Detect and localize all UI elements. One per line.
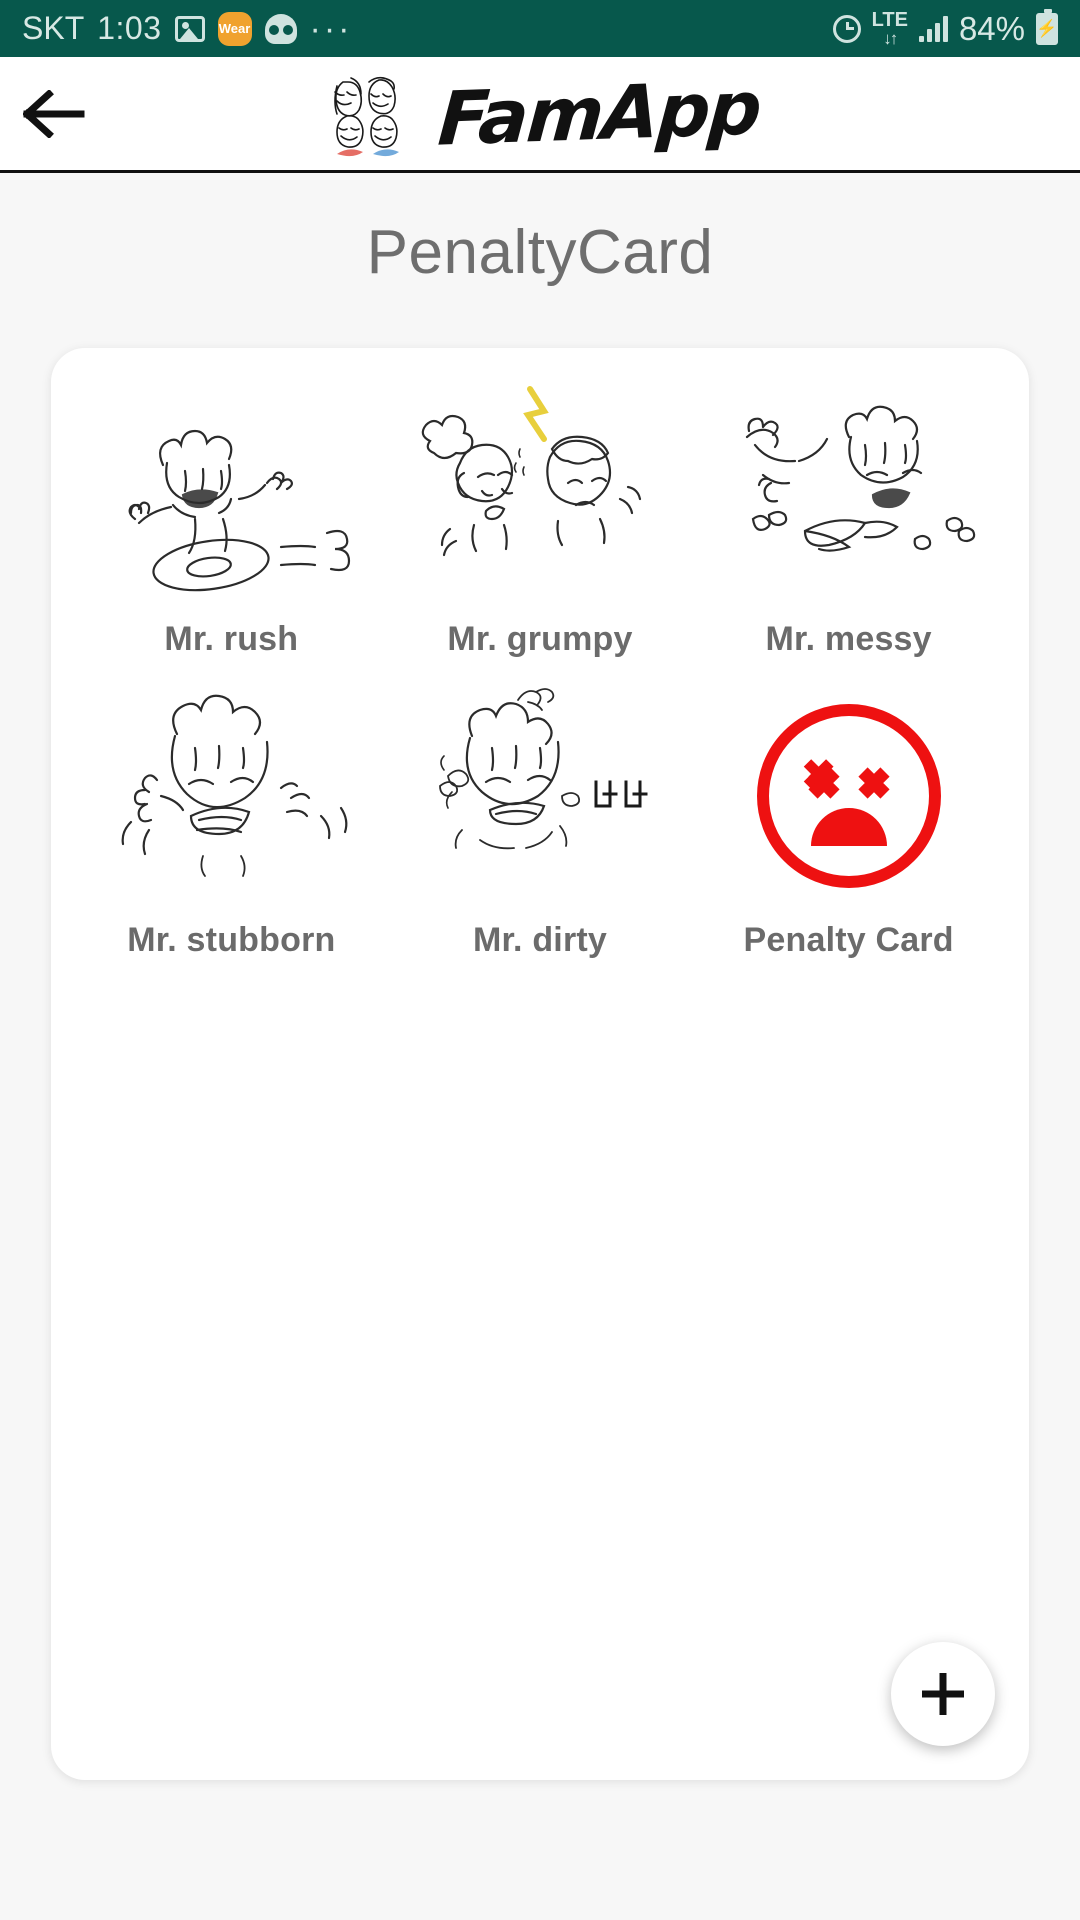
app-header: FamApp	[0, 57, 1080, 173]
penalty-card-label: Penalty Card	[743, 921, 954, 959]
app-logo-text: FamApp	[435, 64, 763, 163]
app-logo: FamApp	[0, 57, 1080, 170]
doodle-kid-crying-stomping-icon	[86, 677, 376, 915]
battery-charging-icon: ⚡	[1036, 8, 1058, 45]
doodle-kid-with-flies-icon	[395, 677, 685, 915]
red-dead-face-icon	[704, 677, 994, 915]
carrier-label: SKT	[22, 10, 85, 46]
status-bar: SKT 1:03 Wear ··· LTE ↓↑ 84% ⚡	[0, 0, 1080, 57]
penalty-card-item-grumpy[interactable]: Mr. grumpy	[386, 376, 695, 659]
penalty-card-label: Mr. stubborn	[127, 921, 336, 959]
doodle-two-kids-arguing-icon	[395, 376, 685, 614]
penalty-card-panel: Mr. rush Mr. grumpy Mr. messy Mr. stubbo…	[51, 348, 1029, 1780]
penalty-card-label: Mr. rush	[164, 620, 299, 658]
battery-percent-label: 84%	[958, 9, 1025, 47]
plus-icon	[922, 1673, 964, 1715]
penalty-card-item-stubborn[interactable]: Mr. stubborn	[77, 677, 386, 960]
skull-icon	[264, 13, 297, 44]
alarm-icon	[832, 14, 861, 43]
penalty-card-item-messy[interactable]: Mr. messy	[694, 376, 1003, 659]
wear-badge-icon: Wear	[217, 11, 252, 46]
penalty-card-item-penalty[interactable]: Penalty Card	[694, 677, 1003, 960]
page-title: PenaltyCard	[366, 218, 714, 287]
clock-label: 1:03	[97, 10, 162, 46]
penalty-card-grid: Mr. rush Mr. grumpy Mr. messy Mr. stubbo…	[77, 376, 1003, 960]
add-penalty-card-button[interactable]	[891, 1642, 995, 1746]
lte-icon: LTE ↓↑	[872, 10, 908, 47]
back-arrow-icon	[23, 89, 85, 138]
penalty-card-label: Mr. messy	[765, 620, 932, 658]
penalty-card-label: Mr. dirty	[472, 921, 608, 959]
penalty-card-item-dirty[interactable]: Mr. dirty	[386, 677, 695, 960]
lte-arrows: ↓↑	[883, 29, 898, 48]
doodle-kid-throwing-book-icon	[704, 376, 994, 614]
signal-bars-icon	[918, 15, 948, 42]
overflow-dots-icon: ···	[309, 9, 353, 48]
penalty-card-label: Mr. grumpy	[447, 620, 633, 658]
penalty-card-item-rush[interactable]: Mr. rush	[77, 376, 386, 659]
status-bar-left: SKT 1:03 Wear ···	[22, 10, 833, 47]
photo-icon	[174, 15, 205, 42]
status-bar-right: LTE ↓↑ 84% ⚡	[832, 8, 1058, 48]
doodle-kid-hula-hoop-icon	[86, 376, 376, 614]
lte-label: LTE	[871, 9, 908, 31]
back-button[interactable]	[0, 57, 110, 170]
family-doodle-logo-icon	[334, 76, 399, 156]
